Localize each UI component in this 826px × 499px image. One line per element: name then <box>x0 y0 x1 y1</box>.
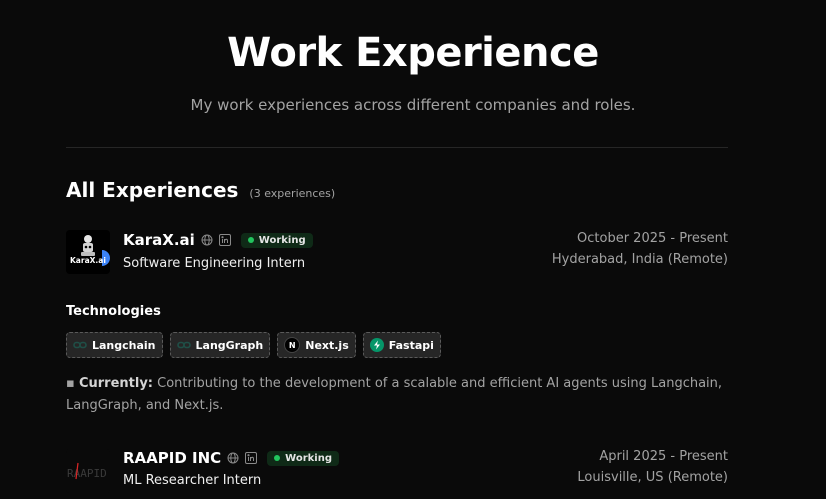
work-experience-page: Work Experience My work experiences acro… <box>0 0 826 499</box>
status-dot <box>247 237 254 243</box>
fastapi-icon <box>369 338 384 352</box>
role-title: ML Researcher Intern <box>123 473 262 488</box>
date-range: April 2025 - Present <box>599 449 728 464</box>
langchain-icon <box>73 338 87 352</box>
page-title: Work Experience <box>227 30 599 76</box>
status-dot <box>274 455 281 461</box>
technologies-list: Langchain LangGraph N Next.js Fastapi <box>66 332 441 358</box>
location: Louisville, US (Remote) <box>577 470 728 485</box>
tech-chip-langgraph[interactable]: LangGraph <box>169 332 271 358</box>
experience-description: ▪ Currently: Contributing to the develop… <box>66 373 728 417</box>
tech-chip-langchain[interactable]: Langchain <box>66 332 163 358</box>
page-subtitle: My work experiences across different com… <box>190 96 636 114</box>
company-name: KaraX.ai <box>123 231 195 249</box>
tech-chip-fastapi[interactable]: Fastapi <box>362 332 441 358</box>
tech-label: Fastapi <box>388 338 434 352</box>
tech-chip-nextjs[interactable]: N Next.js <box>277 332 356 358</box>
role-title: Software Engineering Intern <box>123 256 306 271</box>
date-range: October 2025 - Present <box>577 231 728 246</box>
section-title-text: All Experiences <box>66 178 239 202</box>
nextjs-icon: N <box>284 337 301 353</box>
status-label: Working <box>258 234 306 246</box>
company-line-raapid: RAAPID INC Working <box>123 449 340 467</box>
company-name: RAAPID INC <box>123 449 222 467</box>
karax-logo[interactable]: KaraX.ai <box>66 230 110 274</box>
status-label: Working <box>285 452 333 464</box>
tech-label: Next.js <box>305 338 349 352</box>
experience-meta-karax: October 2025 - Present Hyderabad, India … <box>552 228 728 270</box>
status-badge: Working <box>267 450 340 466</box>
description-text: Contributing to the development of a sca… <box>66 376 723 413</box>
bullet: ▪ <box>66 376 79 391</box>
description-label: Currently: <box>78 376 153 391</box>
technologies-heading: Technologies <box>66 304 161 319</box>
location: Hyderabad, India (Remote) <box>551 252 728 267</box>
section-title: All Experiences (3 experiences) <box>66 178 335 202</box>
karax-logo-text: KaraX.ai <box>70 256 106 265</box>
status-badge: Working <box>240 232 313 248</box>
raapid-logo-text: RAAPID <box>67 467 107 480</box>
tech-label: Langchain <box>92 338 156 352</box>
tech-label: LangGraph <box>195 338 264 352</box>
company-line-karax: KaraX.ai Working <box>123 231 313 249</box>
linkedin-icon[interactable] <box>245 452 258 464</box>
raapid-logo[interactable]: RAAPID <box>66 449 110 493</box>
linkedin-icon[interactable] <box>218 234 231 246</box>
globe-icon[interactable] <box>227 452 239 464</box>
divider <box>66 147 728 148</box>
experience-count: (3 experiences) <box>249 187 336 200</box>
langgraph-icon <box>176 338 191 352</box>
experience-meta-raapid: April 2025 - Present Louisville, US (Rem… <box>577 446 728 488</box>
globe-icon[interactable] <box>201 234 213 246</box>
